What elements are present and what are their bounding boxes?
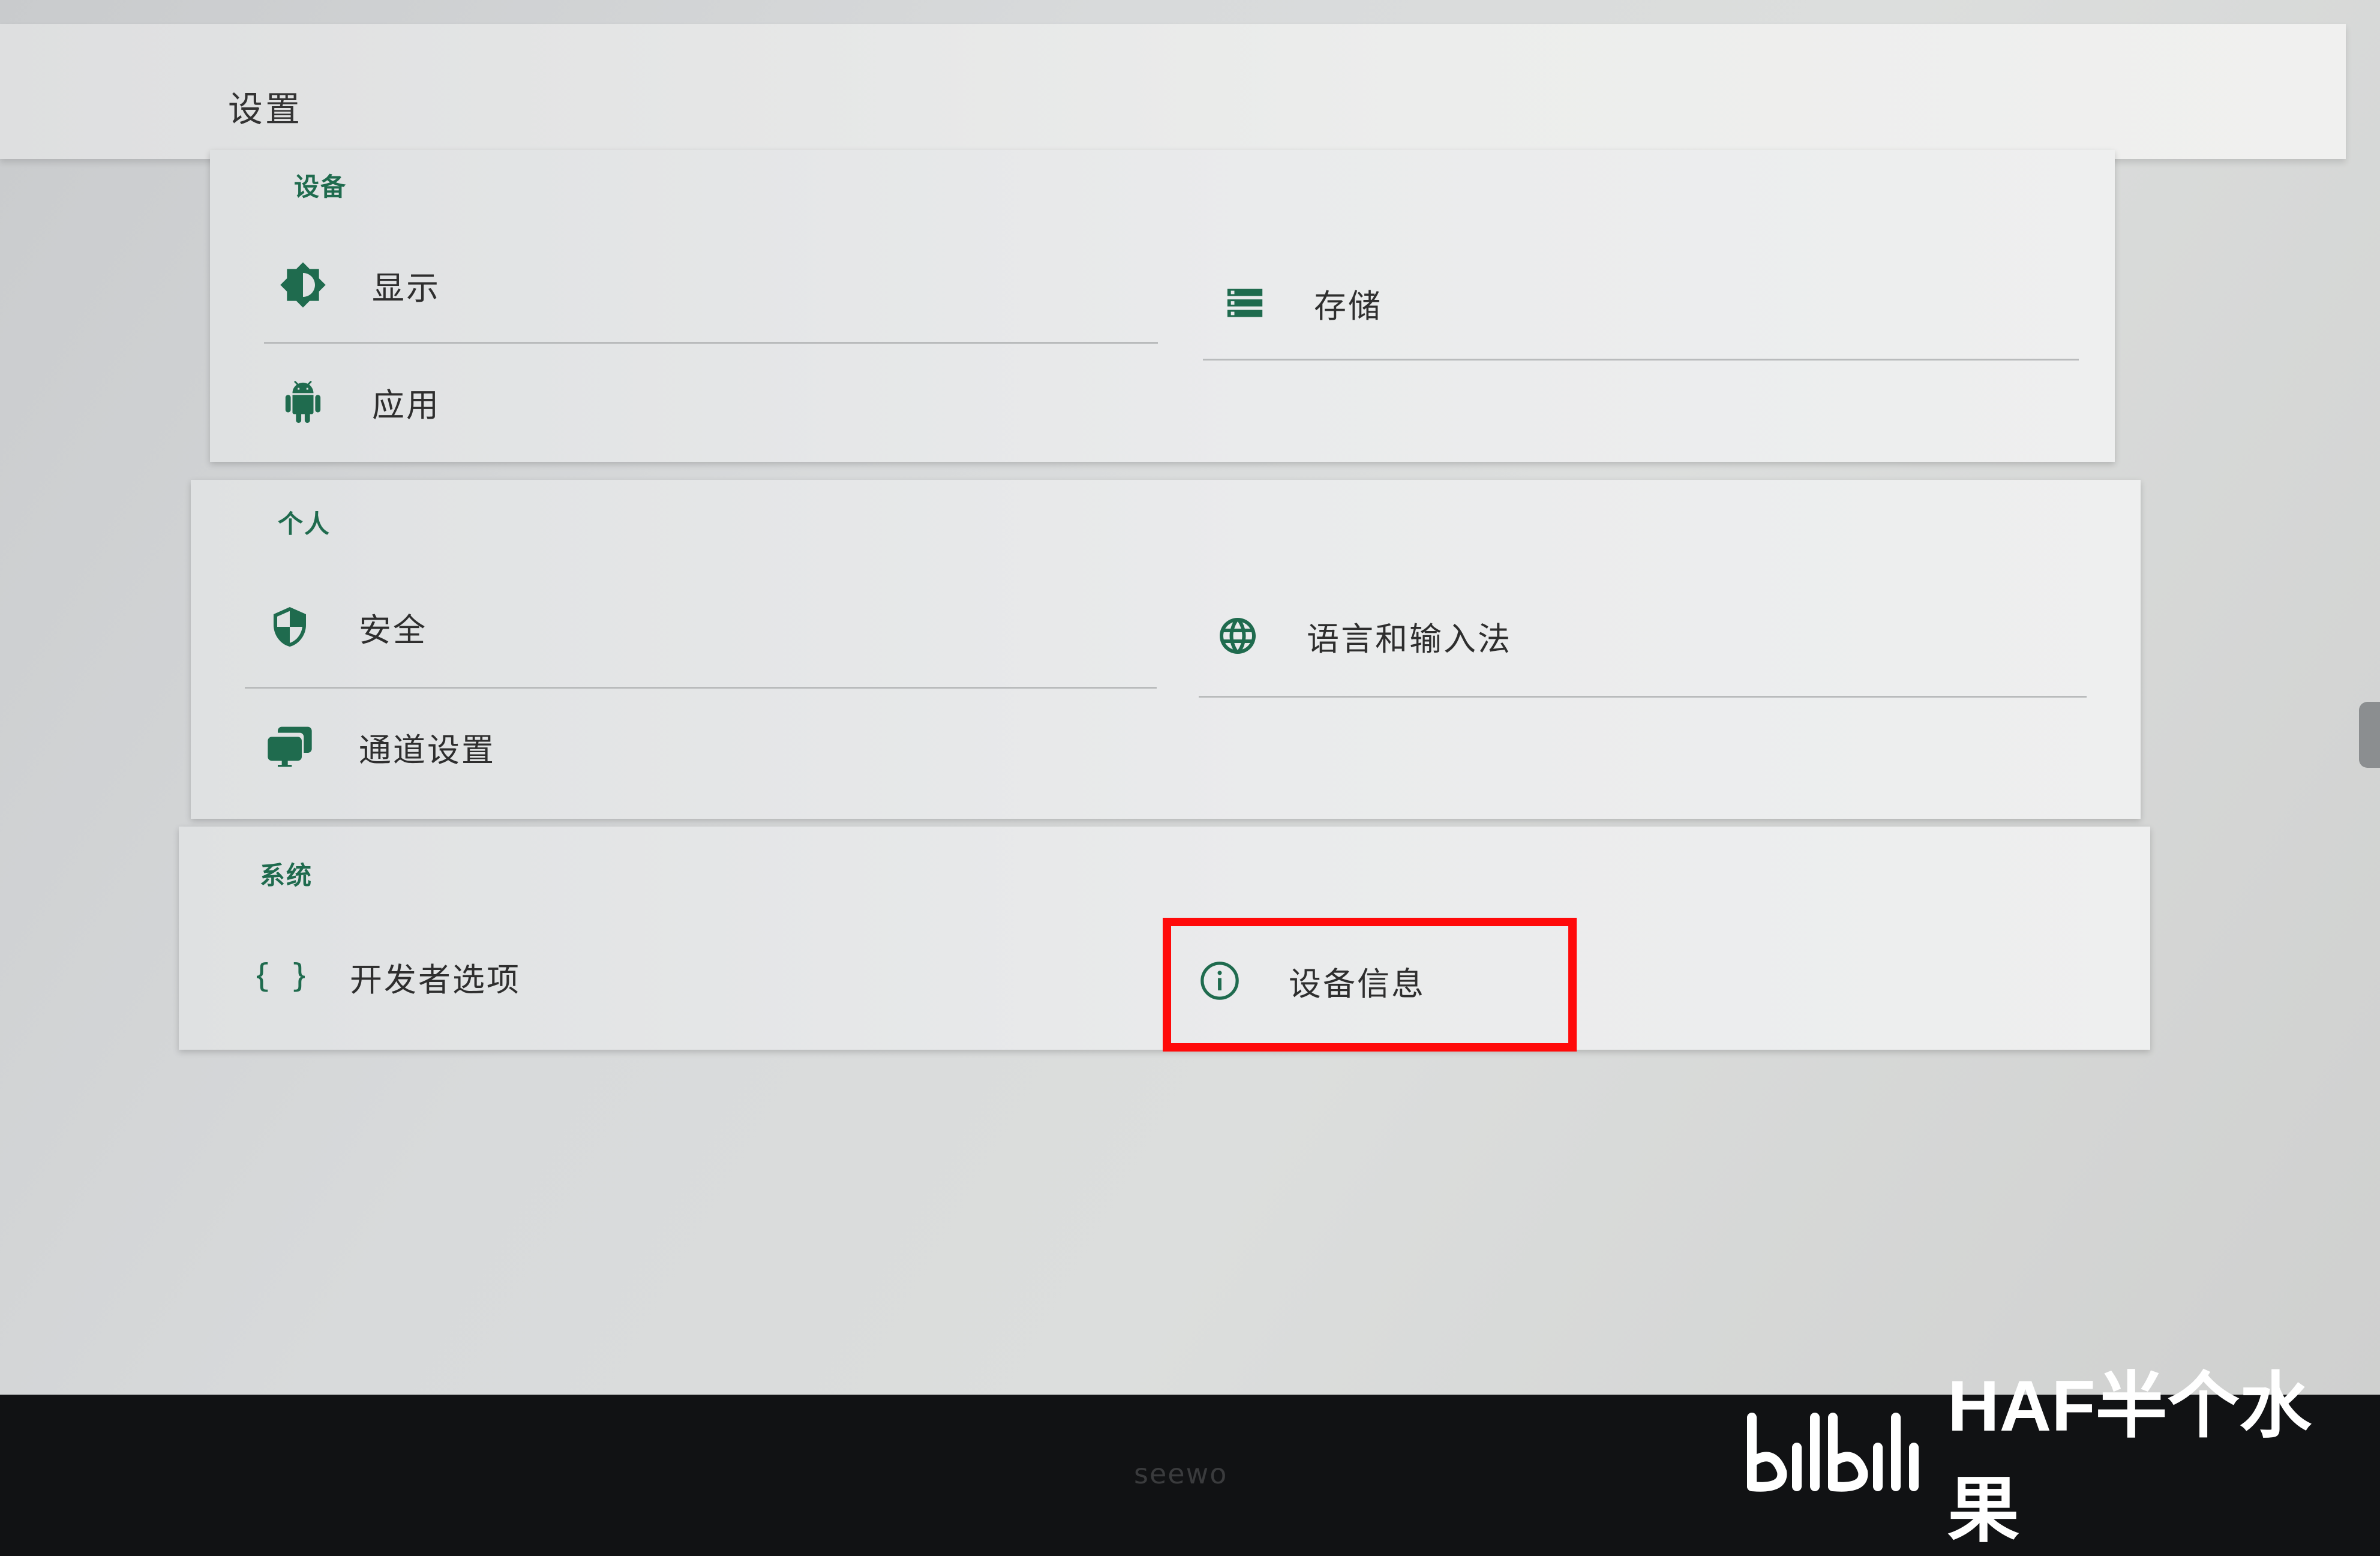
monitor-icon: [263, 720, 317, 774]
globe-icon: [1211, 609, 1265, 663]
bilibili-logo-icon: [1740, 1405, 1938, 1498]
item-label: 存储: [1314, 287, 1382, 325]
divider: [1199, 696, 2087, 698]
item-channel-settings[interactable]: 通道设置: [263, 702, 496, 792]
side-drawer-handle[interactable]: [2359, 702, 2380, 768]
section-title-personal: 个人: [278, 509, 331, 539]
page-title: 设置: [228, 89, 303, 130]
item-label: 应用: [372, 386, 440, 424]
braces-icon: { }: [254, 950, 308, 1004]
item-label: 开发者选项: [350, 960, 521, 999]
storage-icon: [1218, 276, 1272, 330]
item-security[interactable]: 安全: [263, 582, 427, 672]
watermark-text: HAF半个水果: [1947, 1366, 2312, 1551]
section-device: 设备 显示 存储 应用: [210, 150, 2115, 462]
android-icon: [276, 375, 330, 429]
watermark: HAF半个水果: [1740, 1366, 2376, 1551]
section-personal: 个人 安全 语言和输入法 通道设置: [191, 480, 2141, 819]
divider: [264, 342, 1158, 344]
item-developer-options[interactable]: { } 开发者选项: [254, 932, 521, 1022]
section-title-system: 系统: [260, 861, 313, 890]
item-label: 显示: [372, 269, 440, 307]
screen: 设置 设备 显示 存储 应用 个人 安全 语言和输入法 通道设置 系统 开发者选…: [0, 0, 2380, 1395]
item-display[interactable]: 显示: [276, 240, 440, 330]
divider: [1203, 359, 2079, 361]
highlight-box: [1163, 918, 1577, 1052]
section-title-device: 设备: [294, 172, 347, 202]
divider: [245, 687, 1157, 689]
item-label: 通道设置: [359, 731, 496, 769]
item-storage[interactable]: 存储: [1218, 258, 1382, 348]
app-bar: 设置: [0, 24, 2346, 159]
shield-icon: [263, 600, 317, 654]
item-label: 安全: [359, 611, 427, 649]
brightness-icon: [276, 258, 330, 312]
item-language-input[interactable]: 语言和输入法: [1211, 591, 1512, 681]
item-apps[interactable]: 应用: [276, 357, 440, 447]
bezel-brand-logo: seewo: [1134, 1458, 1228, 1490]
svg-text:{ }: { }: [257, 957, 305, 995]
item-label: 语言和输入法: [1307, 620, 1512, 658]
